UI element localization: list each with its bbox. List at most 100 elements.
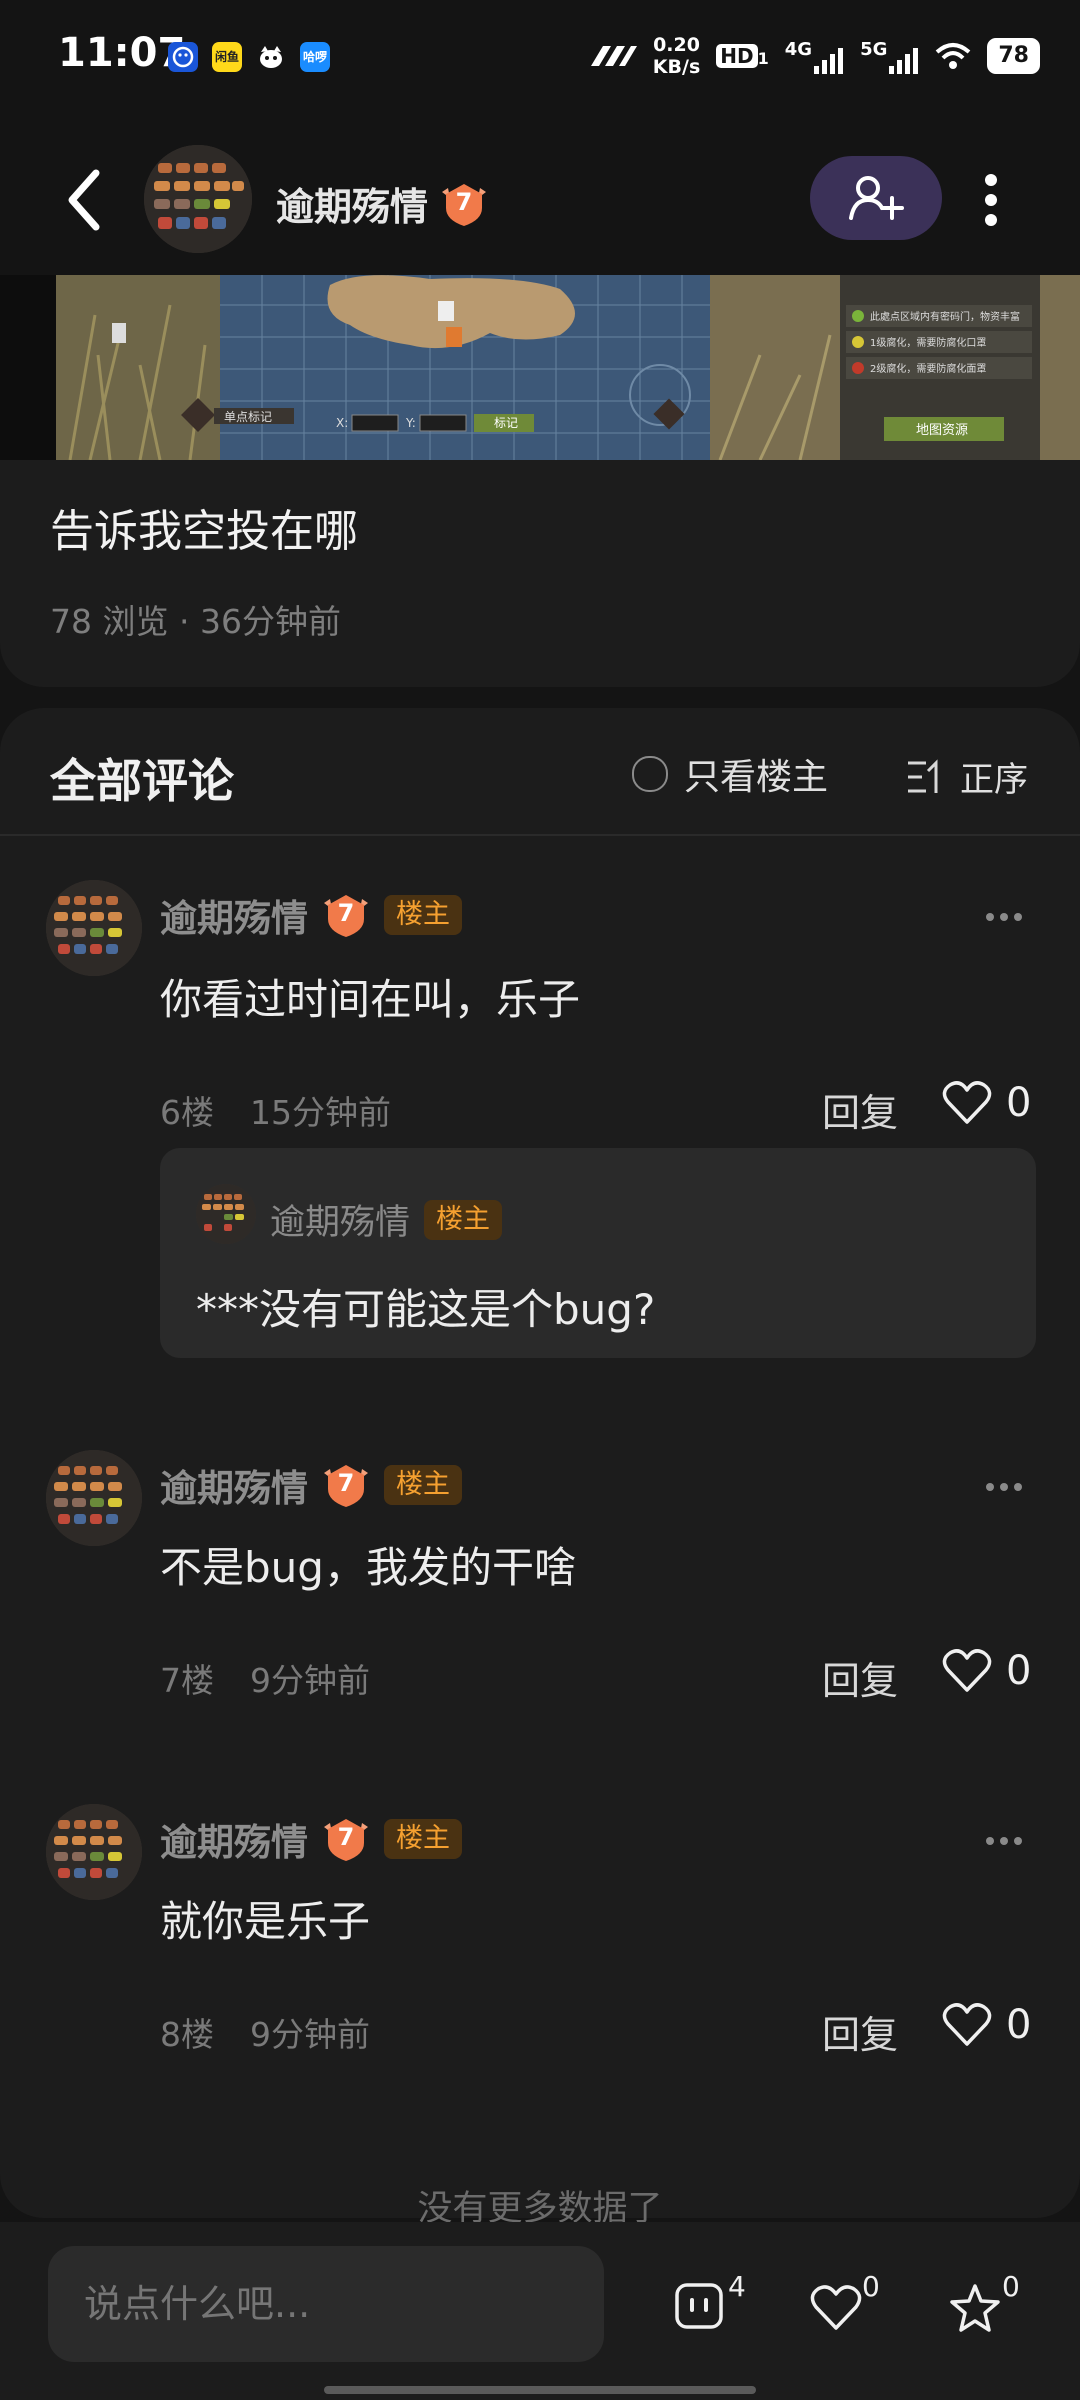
sort-toggle[interactable]: 正序 [906,752,1028,801]
like-button[interactable]: 0 [942,1080,1031,1126]
header-username: 逾期殇情 7 [276,176,490,231]
post-title: 告诉我空投在哪 [50,506,358,557]
comment-time: 15分钟前 [250,1093,391,1132]
comment-meta: 7楼 9分钟前 [160,1654,370,1702]
comment-time: 9分钟前 [250,1661,370,1700]
banner-y-label: Y: [405,416,416,430]
avatar[interactable] [46,1450,142,1546]
avatar[interactable] [46,1804,142,1900]
comment-more-icon[interactable] [984,1832,1024,1845]
comment-more-icon[interactable] [984,1478,1024,1491]
comment-floor: 6楼 [160,1093,214,1132]
status-indicators: 0.20 KB/s HD 1 4G 5G 78 [589,34,1040,78]
blue-app-icon: 哈啰 [300,42,330,72]
signal-5g: 5G [860,39,919,74]
reply-button[interactable]: 回复 [822,1650,898,1705]
comment-text: 不是bug，我发的干啥 [160,1543,576,1592]
status-time: 11:07 [58,30,186,76]
comments-title: 全部评论 [50,754,234,808]
op-tag: 楼主 [384,895,462,935]
banner-mark-label: 单点标记 [224,410,272,424]
like-post-button[interactable]: 0 [810,2270,890,2340]
signal-logo-icon [590,46,637,66]
face-app-icon [168,42,198,72]
comment-text: 就你是乐子 [160,1897,371,1946]
comment-count-button[interactable]: 4 [674,2270,754,2340]
quote-text: ***没有可能这是个bug? [196,1285,656,1334]
signal-bars-icon [889,47,919,74]
comment-text: 你看过时间在叫，乐子 [160,975,581,1024]
op-tag: 楼主 [384,1465,462,1505]
comment-author[interactable]: 逾期殇情 [160,888,308,942]
avatar[interactable] [46,880,142,976]
banner-legend-2: 1级腐化，需要防腐化口罩 [870,336,986,349]
comment-author[interactable]: 逾期殇情 [160,1812,308,1866]
avatar [196,1184,256,1244]
favorite-count: 0 [1002,2270,1020,2303]
op-only-toggle[interactable]: 只看楼主 [632,748,828,800]
heart-icon [942,1649,992,1692]
banner-legend-3: 2级腐化，需要防腐化面罩 [870,362,986,375]
comment-header: 逾期殇情 7 楼主 [160,888,462,942]
heart-icon [942,2003,992,2046]
comment-count: 4 [728,2270,746,2303]
comment-floor: 8楼 [160,2015,214,2054]
reply-button[interactable]: 回复 [822,2004,898,2059]
comment-author[interactable]: 逾期殇情 [160,1458,308,1512]
level-badge-icon: 7 [320,889,372,941]
quote-author-line: 逾期殇情 楼主 [270,1194,503,1245]
home-indicator[interactable] [324,2386,756,2394]
avatar[interactable] [144,145,252,253]
status-bar: 11:07 闲鱼 哈啰 0.20 KB/s HD 1 4G 5G 78 [0,0,1080,120]
follow-button[interactable] [810,156,942,240]
comment-more-icon[interactable] [984,908,1024,921]
like-count: 0 [1006,1080,1032,1126]
like-button[interactable]: 0 [942,1648,1031,1694]
heart-icon [810,2285,862,2330]
favorite-button[interactable]: 0 [948,2270,1028,2340]
level-badge-icon: 7 [320,1813,372,1865]
radio-unchecked-icon[interactable] [632,756,668,792]
heart-icon [942,1081,992,1124]
reply-button[interactable]: 回复 [822,1082,898,1137]
op-tag: 楼主 [384,1819,462,1859]
signal-bars-icon [814,47,844,74]
banner-map-resource: 地图资源 [916,423,968,438]
post-banner-image[interactable]: 单点标记 X: Y: 标记 此處点区域内有密码门，物资丰富 1级腐化，需要防腐化… [0,275,1080,460]
add-user-icon [849,176,904,220]
comment-icon [675,2283,723,2329]
signal-4g: 4G [785,39,844,74]
level-badge-icon: 7 [320,1459,372,1511]
star-icon [950,2284,1000,2332]
comment-input[interactable] [48,2246,604,2362]
sort-icon [908,758,938,793]
sort-label: 正序 [960,760,1028,800]
comment-header: 逾期殇情 7 楼主 [160,1458,462,1512]
comment-time: 9分钟前 [250,2015,370,2054]
quote-author: 逾期殇情 [270,1203,411,1243]
back-arrow-icon[interactable] [64,165,104,235]
net-speed: 0.20 KB/s [652,34,701,78]
post-meta: 78 浏览 · 36分钟前 [50,602,341,641]
op-only-label: 只看楼主 [684,757,829,798]
like-count: 0 [1006,1648,1032,1694]
banner-legend-1: 此處点区域内有密码门，物资丰富 [870,310,1020,323]
hd-indicator: HD 1 [716,44,769,68]
comment-meta: 6楼 15分钟前 [160,1086,391,1134]
comment-header: 逾期殇情 7 楼主 [160,1812,462,1866]
cat-app-icon [256,42,286,72]
battery-indicator: 78 [987,38,1040,74]
banner-x-label: X: [336,416,348,430]
more-vertical-icon[interactable] [978,170,1004,230]
like-button[interactable]: 0 [942,2002,1031,2048]
yellow-app-icon: 闲鱼 [212,42,242,72]
comment-meta: 8楼 9分钟前 [160,2008,370,2056]
comment-floor: 7楼 [160,1661,214,1700]
wifi-icon [936,43,971,69]
divider [0,834,1080,836]
banner-mark-confirm: 标记 [494,416,518,430]
post-like-count: 0 [862,2270,880,2303]
level-badge-icon: 7 [438,178,490,230]
op-tag: 楼主 [424,1199,503,1240]
like-count: 0 [1006,2002,1032,2048]
